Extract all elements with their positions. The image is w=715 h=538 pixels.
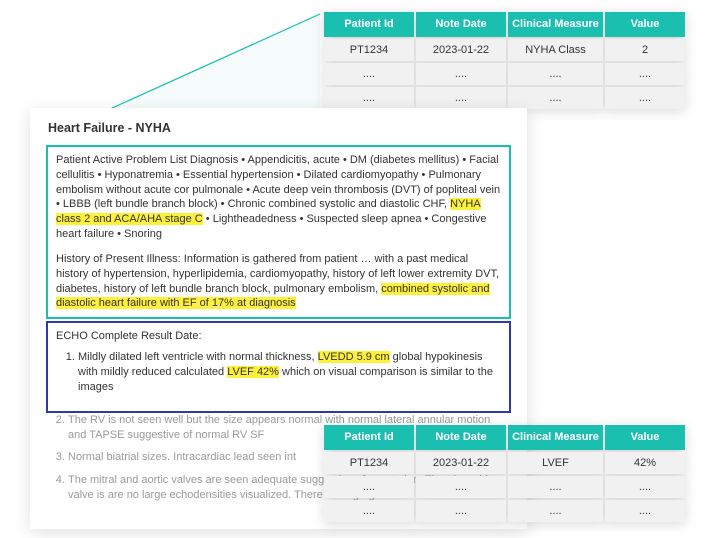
source-region-echo: ECHO Complete Result Date: Mildly dilate… — [46, 321, 511, 412]
table-row: .... .... .... .... — [324, 87, 685, 109]
table-row: .... .... .... .... — [324, 476, 685, 498]
source-region-problem-list: Patient Active Problem List Diagnosis • … — [46, 145, 511, 319]
table-row: PT1234 2023-01-22 LVEF 42% — [324, 452, 685, 474]
cell-measure: LVEF — [508, 452, 603, 474]
col-header-clinical-measure: Clinical Measure — [508, 425, 603, 450]
document-title: Heart Failure - NYHA — [48, 120, 511, 137]
cell-value: 2 — [605, 39, 685, 61]
table-row: PT1234 2023-01-22 NYHA Class 2 — [324, 39, 685, 61]
cell-value: 42% — [605, 452, 685, 474]
col-header-value: Value — [605, 425, 685, 450]
problem-list-paragraph: Patient Active Problem List Diagnosis • … — [56, 153, 501, 242]
col-header-clinical-measure: Clinical Measure — [508, 12, 603, 37]
cell-note-date: 2023-01-22 — [416, 39, 506, 61]
col-header-patient-id: Patient Id — [324, 12, 414, 37]
echo-header: ECHO Complete Result Date: — [56, 329, 501, 344]
table-row: .... .... .... .... — [324, 63, 685, 85]
extracted-data-table-lvef: Patient Id Note Date Clinical Measure Va… — [322, 423, 687, 524]
hpi-paragraph: History of Present Illness: Information … — [56, 252, 501, 311]
col-header-note-date: Note Date — [416, 12, 506, 37]
highlight-lvef: LVEF 42% — [227, 366, 279, 378]
cell-patient-id: PT1234 — [324, 452, 414, 474]
cell-patient-id: PT1234 — [324, 39, 414, 61]
cell-note-date: 2023-01-22 — [416, 452, 506, 474]
problem-list-text: Patient Active Problem List Diagnosis • … — [56, 154, 500, 211]
table-row: .... .... .... .... — [324, 500, 685, 522]
echo-finding-1: Mildly dilated left ventricle with norma… — [78, 350, 501, 395]
col-header-note-date: Note Date — [416, 425, 506, 450]
cell-measure: NYHA Class — [508, 39, 603, 61]
col-header-value: Value — [605, 12, 685, 37]
col-header-patient-id: Patient Id — [324, 425, 414, 450]
highlight-lvedd: LVEDD 5.9 cm — [318, 351, 390, 363]
extracted-data-table-nyha: Patient Id Note Date Clinical Measure Va… — [322, 10, 687, 111]
